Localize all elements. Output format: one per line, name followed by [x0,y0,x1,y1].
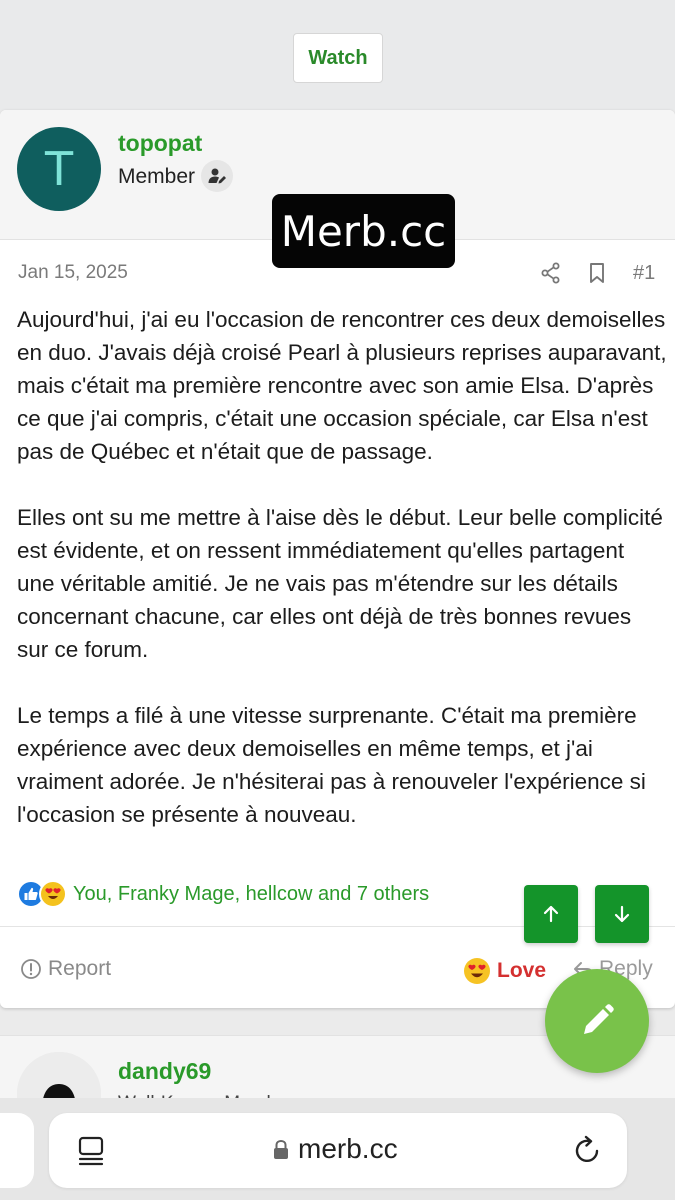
arrow-up-icon [543,905,559,923]
downvote-button[interactable] [595,885,649,943]
post-paragraph: Aujourd'hui, j'ai eu l'occasion de renco… [17,307,667,464]
report-label: Report [48,957,112,980]
thread-top-area: Watch [0,0,675,110]
user-edit-icon [201,160,233,192]
love-button[interactable]: Love [463,957,546,985]
tabs-icon[interactable] [77,1135,107,1172]
reactions-summary[interactable]: You, Franky Mage, hellcow and 7 others [17,878,429,910]
love-reaction-icon [39,880,67,908]
heart-eyes-icon [464,958,490,984]
watermark-badge: Merb.cc [272,194,455,268]
avatar[interactable]: T [17,127,101,211]
compose-fab-button[interactable] [545,969,649,1073]
post-paragraph: Elles ont su me mettre à l'aise dès le d… [17,505,663,662]
alert-circle-icon [21,959,41,979]
post-body: Aujourd'hui, j'ai eu l'occasion de renco… [17,303,667,864]
pencil-icon [584,1004,614,1034]
bookmark-icon[interactable] [587,262,607,289]
love-label: Love [497,959,547,982]
url-text[interactable]: merb.cc [298,1133,398,1165]
author-role: Member [118,165,196,188]
post-date[interactable]: Jan 15, 2025 [18,262,128,284]
post-paragraph: Le temps a filé à une vitesse surprenant… [17,703,646,827]
watch-button[interactable]: Watch [293,33,383,83]
reactions-text[interactable]: You, Franky Mage, hellcow and 7 others [73,883,429,906]
previous-tab-stub[interactable] [0,1113,34,1188]
reload-icon[interactable] [573,1134,603,1171]
share-icon[interactable] [540,262,562,289]
author-username[interactable]: topopat [118,130,202,157]
arrow-down-icon [614,905,630,923]
report-button[interactable]: Report [20,957,111,981]
post-number[interactable]: #1 [633,262,655,285]
lock-icon [272,1139,290,1166]
avatar-letter: T [44,142,74,196]
browser-toolbar: merb.cc [0,1098,675,1200]
address-bar[interactable]: merb.cc [49,1113,627,1188]
upvote-button[interactable] [524,885,578,943]
author-username[interactable]: dandy69 [118,1058,211,1085]
